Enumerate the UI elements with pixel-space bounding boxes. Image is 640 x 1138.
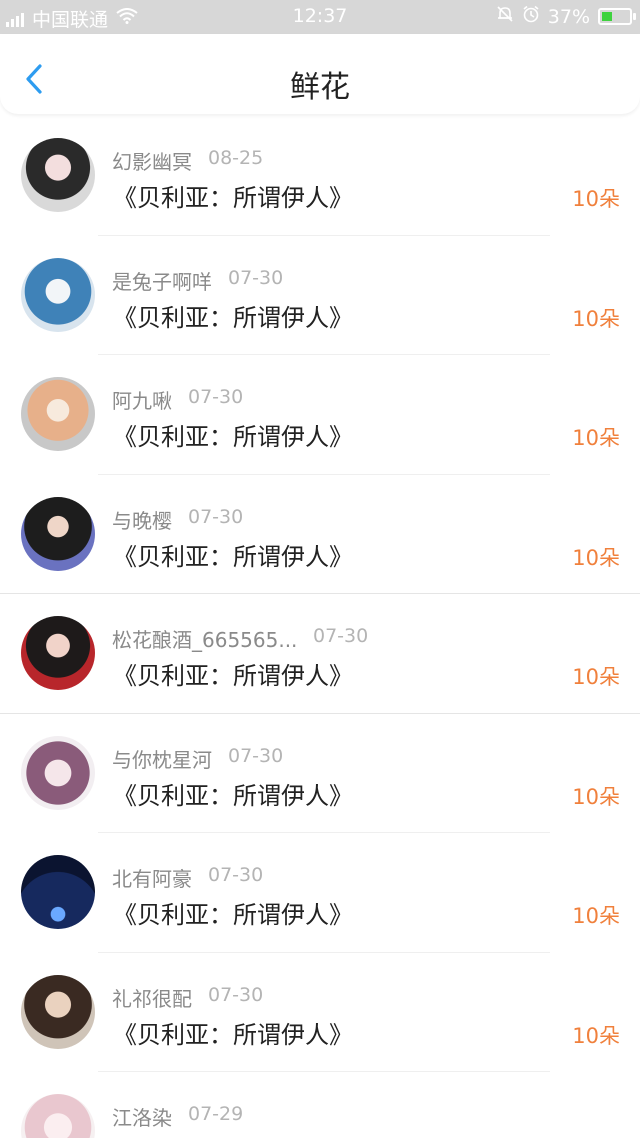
sent-date: 07-30 xyxy=(228,266,284,289)
flower-quantity: 10朵 xyxy=(572,665,620,689)
list-item[interactable]: 幻影幽冥 08-25 《贝利亚：所谓伊人》 10朵 xyxy=(0,116,640,236)
gift-title: 《贝利亚：所谓伊人》 xyxy=(113,781,353,810)
avatar[interactable] xyxy=(21,974,95,1049)
sender-name: 江洛染 xyxy=(112,1106,172,1130)
sent-date: 07-30 xyxy=(228,744,284,767)
mute-bell-icon xyxy=(496,5,514,28)
battery-fill xyxy=(602,12,612,21)
status-right: 37% xyxy=(496,5,636,28)
nav-bar: 鲜花 xyxy=(0,34,640,114)
status-bar: 中国联通 12:37 37% xyxy=(0,0,640,34)
battery-percent: 37% xyxy=(547,5,590,28)
flower-quantity: 10朵 xyxy=(572,784,620,809)
avatar[interactable] xyxy=(21,257,95,332)
sender-name: 阿九啾 xyxy=(112,389,172,413)
sent-date: 07-30 xyxy=(188,386,244,408)
sent-date: 07-29 xyxy=(188,1103,244,1125)
list-item[interactable]: 与晚樱 07-30 《贝利亚：所谓伊人》 10朵 xyxy=(0,475,640,594)
page-title: 鲜花 xyxy=(290,70,350,105)
sender-name: 松花酿酒_665565... xyxy=(112,628,298,652)
flower-quantity: 10朵 xyxy=(572,426,620,450)
battery-icon xyxy=(598,8,636,25)
gift-title: 《贝利亚：所谓伊人》 xyxy=(113,423,353,451)
list-item[interactable]: 北有阿豪 07-30 《贝利亚：所谓伊人》 10朵 xyxy=(0,833,640,953)
flower-quantity: 10朵 xyxy=(572,1023,620,1048)
flower-quantity: 10朵 xyxy=(572,187,620,211)
alarm-icon xyxy=(522,5,540,28)
gift-title: 《贝利亚：所谓伊人》 xyxy=(113,901,353,929)
flower-quantity: 10朵 xyxy=(572,904,620,928)
avatar[interactable] xyxy=(21,496,95,571)
gift-title: 《贝利亚：所谓伊人》 xyxy=(113,662,353,690)
flower-quantity: 10朵 xyxy=(572,545,620,570)
sender-name: 与晚樱 xyxy=(112,508,172,533)
gift-title: 《贝利亚：所谓伊人》 xyxy=(113,184,353,212)
sent-date: 08-25 xyxy=(208,147,264,169)
gift-title: 《贝利亚：所谓伊人》 xyxy=(113,303,353,332)
sender-name: 礼祁很配 xyxy=(112,986,192,1011)
sent-date: 07-30 xyxy=(313,625,369,647)
avatar[interactable] xyxy=(21,138,95,212)
sender-name: 北有阿豪 xyxy=(112,867,192,891)
avatar[interactable] xyxy=(21,855,95,929)
flower-quantity: 10朵 xyxy=(572,306,620,331)
list-item[interactable]: 礼祁很配 07-30 《贝利亚：所谓伊人》 10朵 xyxy=(0,953,640,1072)
avatar[interactable] xyxy=(21,735,95,810)
list-item[interactable]: 与你枕星河 07-30 《贝利亚：所谓伊人》 10朵 xyxy=(0,714,640,833)
gift-title: 《贝利亚：所谓伊人》 xyxy=(113,1020,353,1049)
sender-name: 是兔子啊咩 xyxy=(112,269,212,294)
list-item[interactable]: 松花酿酒_665565... 07-30 《贝利亚：所谓伊人》 10朵 xyxy=(0,594,640,714)
sent-date: 07-30 xyxy=(208,864,264,886)
gift-title: 《贝利亚：所谓伊人》 xyxy=(113,542,353,571)
list-item[interactable]: 江洛染 07-29 xyxy=(0,1072,640,1138)
sent-date: 07-30 xyxy=(188,505,244,528)
list-item[interactable]: 阿九啾 07-30 《贝利亚：所谓伊人》 10朵 xyxy=(0,355,640,475)
sender-name: 幻影幽冥 xyxy=(112,150,192,174)
flower-gift-list: 幻影幽冥 08-25 《贝利亚：所谓伊人》 10朵 是兔子啊咩 07-30 《贝利亚：所谓伊… xyxy=(0,116,640,1138)
avatar[interactable] xyxy=(21,616,95,690)
list-item[interactable]: 是兔子啊咩 07-30 《贝利亚：所谓伊人》 10朵 xyxy=(0,236,640,355)
sent-date: 07-30 xyxy=(208,983,264,1006)
sender-name: 与你枕星河 xyxy=(112,747,212,772)
avatar[interactable] xyxy=(21,1094,95,1138)
avatar[interactable] xyxy=(21,377,95,451)
